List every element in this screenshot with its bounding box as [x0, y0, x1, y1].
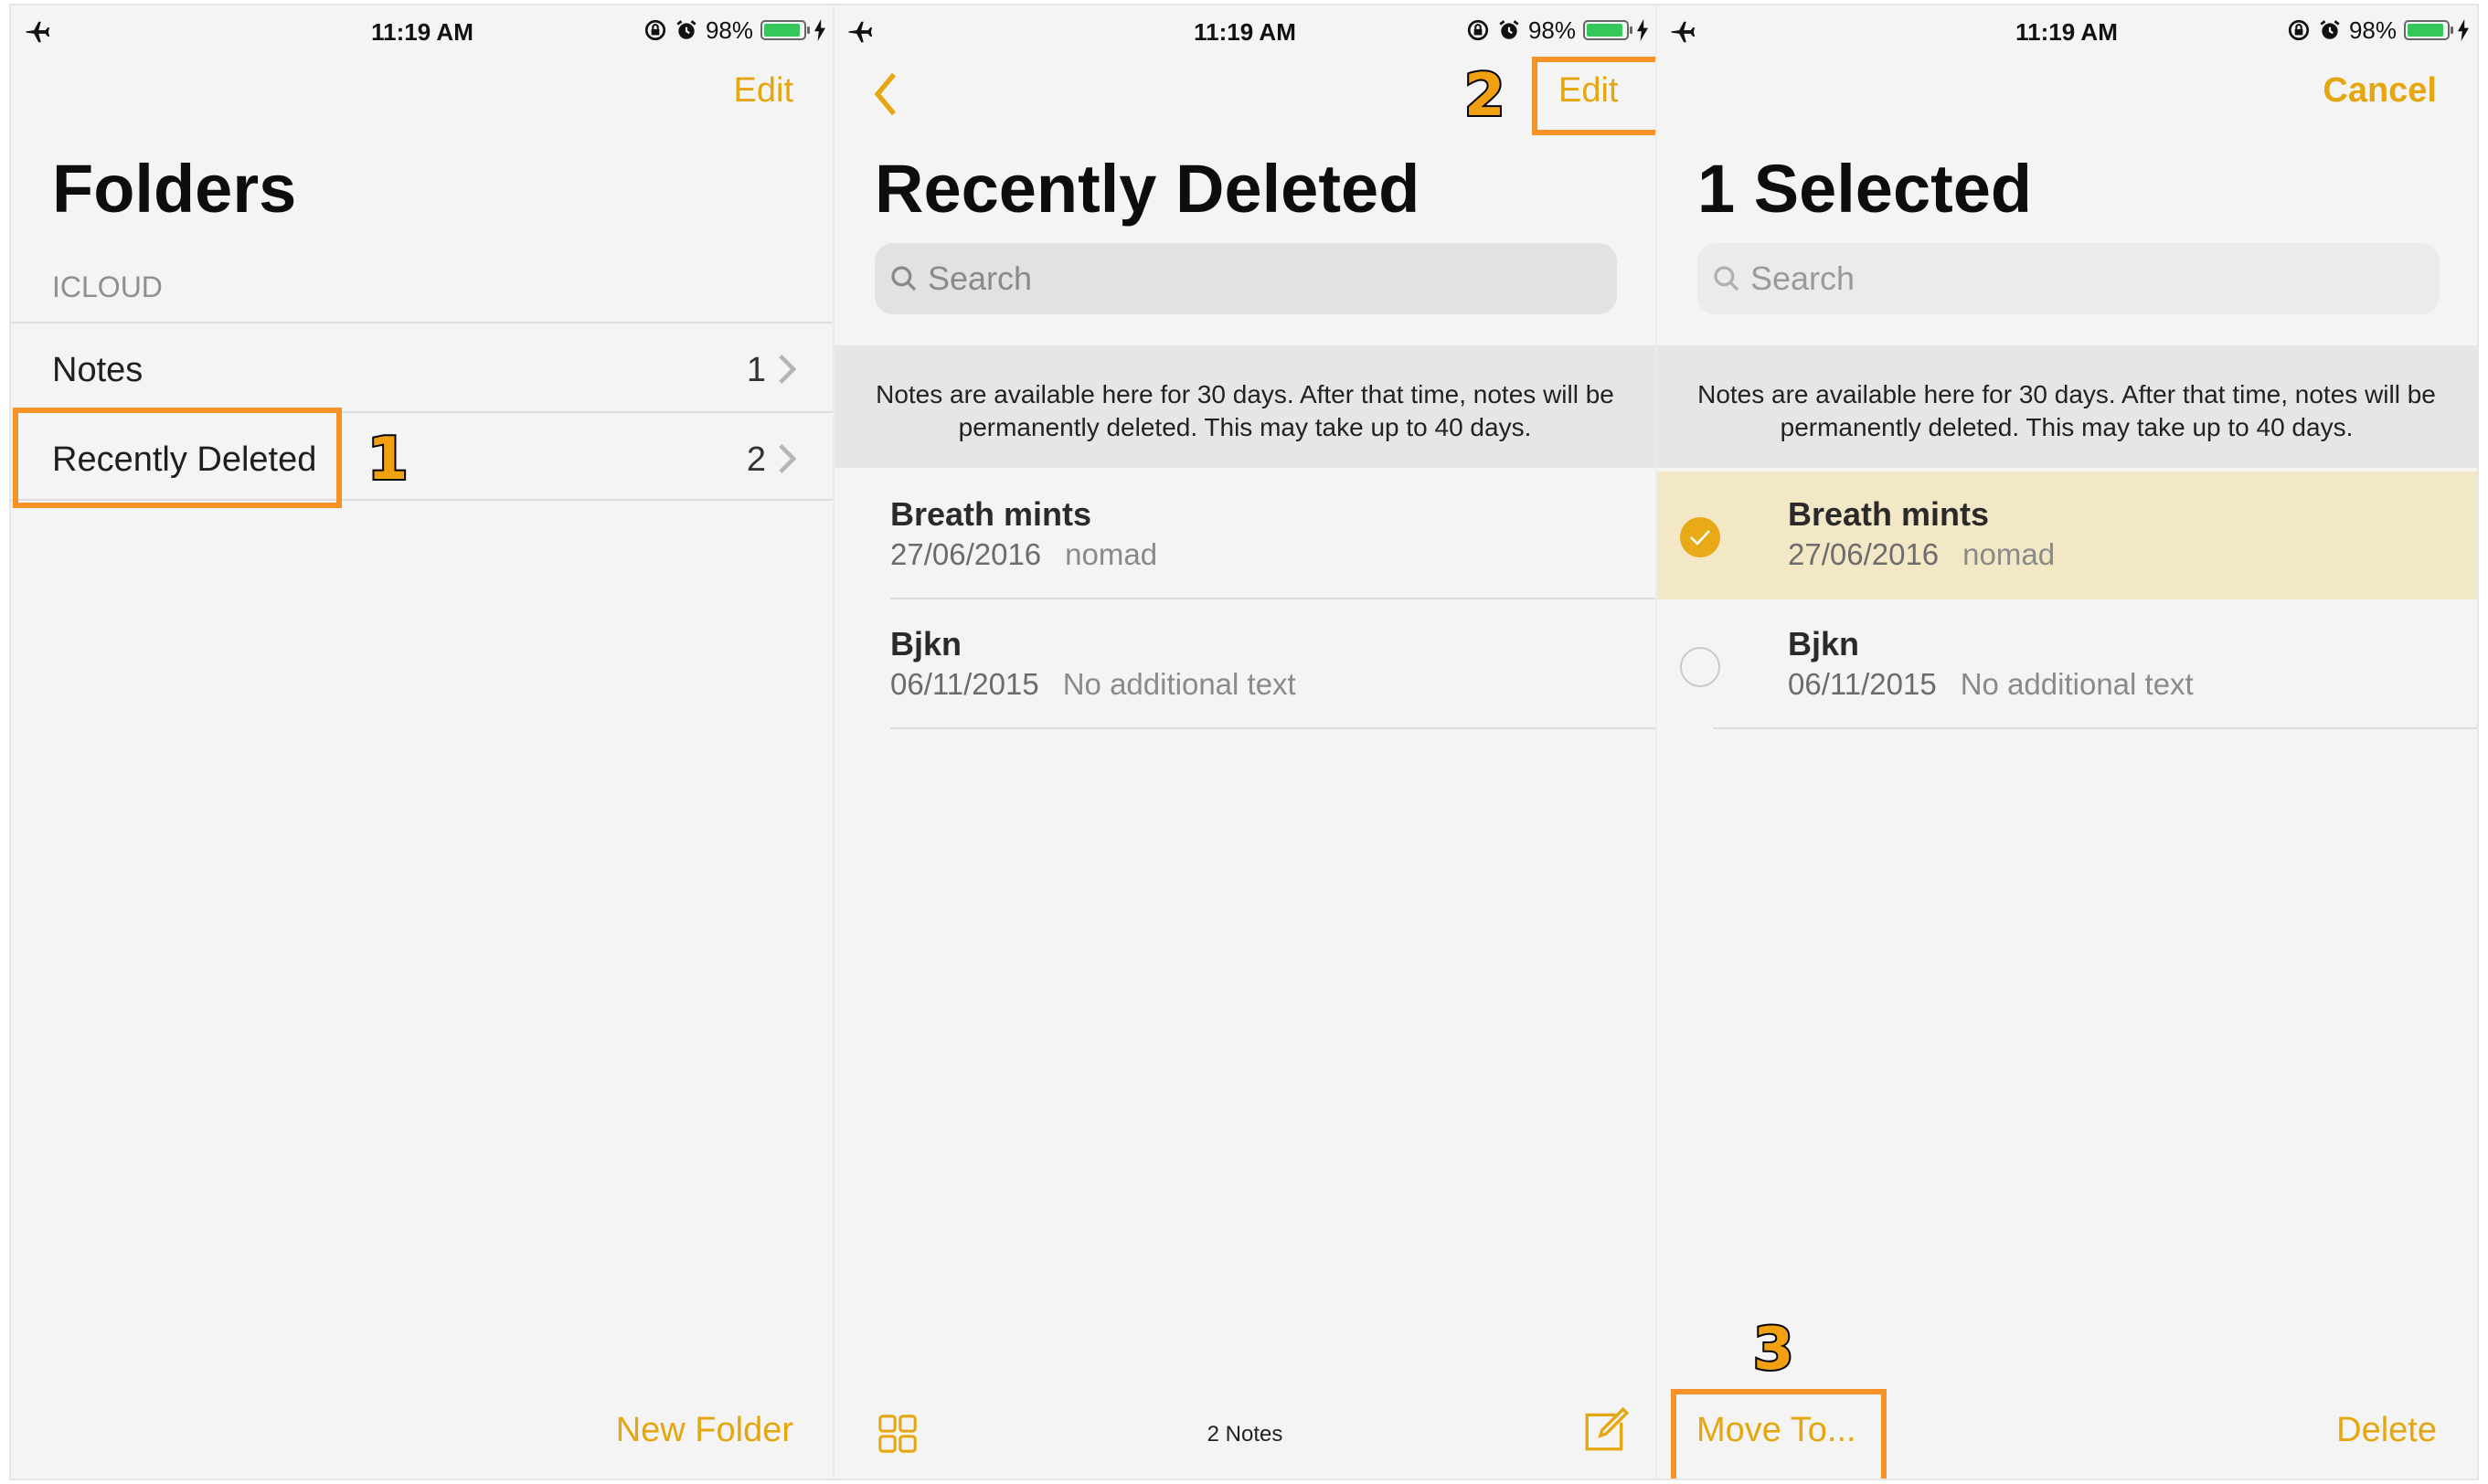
- recently-deleted-screen: 11:19 AM 98% Edit Recently Deleted Searc…: [834, 5, 1656, 1479]
- notice-line: Notes are available here for 30 days. Af…: [1697, 380, 2436, 408]
- folder-count: 1: [746, 351, 766, 389]
- status-right: 98%: [2287, 16, 2470, 44]
- status-right: 98%: [643, 16, 826, 44]
- charging-icon: [814, 19, 825, 41]
- rotation-lock-icon: [644, 19, 666, 41]
- note-date: 06/11/2015: [1788, 667, 1937, 701]
- note-preview: No additional text: [1062, 667, 1296, 701]
- folder-label: Notes: [52, 351, 144, 389]
- step-badge-2: 2: [1462, 60, 1506, 132]
- notice-line: Notes are available here for 30 days. Af…: [876, 380, 1614, 408]
- note-meta: 27/06/2016 nomad: [890, 537, 1157, 572]
- note-meta: 06/11/2015 No additional text: [1788, 667, 2194, 702]
- alarm-icon: [1499, 20, 1519, 39]
- divider: [11, 322, 834, 323]
- battery-percent: 98%: [705, 16, 753, 44]
- battery-icon: [760, 20, 810, 40]
- note-title: Bjkn: [890, 625, 962, 662]
- step-badge-1: 1: [366, 424, 409, 495]
- notice-line: permanently deleted. This may take up to…: [1780, 413, 2354, 441]
- highlight-box-step-3: [1671, 1389, 1887, 1479]
- search-placeholder: Search: [1750, 260, 1855, 297]
- alarm-icon: [2320, 20, 2340, 39]
- note-date: 06/11/2015: [890, 667, 1039, 701]
- note-title: Breath mints: [1788, 495, 1990, 533]
- note-title: Breath mints: [890, 495, 1092, 533]
- rotation-lock-icon: [2288, 19, 2310, 41]
- panel-divider: [1655, 5, 1657, 1479]
- back-chevron-icon[interactable]: [872, 71, 899, 117]
- note-meta: 06/11/2015 No additional text: [890, 667, 1296, 702]
- folders-screen: 11:19 AM 98% Edit Folders ICLOUD Notes 1…: [11, 5, 834, 1479]
- checkmark-icon: [1690, 530, 1710, 546]
- status-bar: 11:19 AM 98%: [1656, 5, 2477, 57]
- page-title: Recently Deleted: [875, 151, 1420, 227]
- note-row-breath-mints[interactable]: Breath mints 27/06/2016 nomad: [834, 472, 1656, 599]
- chevron-right-icon: [779, 355, 797, 384]
- page-title: Folders: [52, 151, 297, 227]
- battery-percent: 98%: [1527, 16, 1576, 44]
- note-row-breath-mints-selected[interactable]: Breath mints 27/06/2016 nomad: [1656, 472, 2477, 599]
- status-right: 98%: [1466, 16, 1649, 44]
- note-row-bjkn[interactable]: Bjkn 06/11/2015 No additional text: [1656, 601, 2477, 729]
- battery-icon: [2404, 20, 2453, 40]
- retention-notice: Notes are available here for 30 days. Af…: [834, 345, 1656, 468]
- selection-checkbox-unchecked[interactable]: [1680, 647, 1720, 687]
- note-preview: nomad: [1962, 537, 2056, 571]
- compose-icon[interactable]: [1581, 1405, 1631, 1455]
- screenshot-frame: 11:19 AM 98% Edit Folders ICLOUD Notes 1…: [11, 5, 2477, 1479]
- selection-screen: 11:19 AM 98% Cancel 1 Selected Search No…: [1656, 5, 2477, 1479]
- divider: [890, 727, 1656, 729]
- divider: [1713, 727, 2477, 729]
- battery-percent: 98%: [2348, 16, 2397, 44]
- rotation-lock-icon: [1467, 19, 1489, 41]
- note-date: 27/06/2016: [1788, 537, 1940, 571]
- notes-count: 2 Notes: [1207, 1422, 1283, 1447]
- notice-line: permanently deleted. This may take up to…: [958, 413, 1532, 441]
- search-placeholder: Search: [928, 260, 1033, 297]
- note-date: 27/06/2016: [890, 537, 1042, 571]
- search-icon: [891, 266, 917, 292]
- note-preview: No additional text: [1960, 667, 2194, 701]
- highlight-box-step-1: [13, 408, 342, 508]
- retention-notice: Notes are available here for 30 days. Af…: [1656, 345, 2477, 468]
- note-meta: 27/06/2016 nomad: [1788, 537, 2055, 572]
- search-field[interactable]: Search: [1697, 243, 2440, 314]
- folder-count: 2: [746, 440, 766, 479]
- battery-icon: [1583, 20, 1632, 40]
- search-field[interactable]: Search: [875, 243, 1617, 314]
- search-icon: [1714, 266, 1739, 292]
- new-folder-button[interactable]: New Folder: [616, 1411, 793, 1450]
- charging-icon: [2458, 19, 2469, 41]
- cancel-button[interactable]: Cancel: [2323, 71, 2437, 111]
- divider: [890, 598, 1656, 599]
- delete-button[interactable]: Delete: [2336, 1411, 2437, 1450]
- section-header-icloud: ICLOUD: [52, 270, 163, 303]
- edit-button[interactable]: Edit: [734, 71, 793, 111]
- folder-row-notes[interactable]: Notes 1: [11, 325, 834, 413]
- charging-icon: [1637, 19, 1648, 41]
- step-badge-3: 3: [1751, 1314, 1795, 1385]
- selection-checkbox-checked[interactable]: [1680, 517, 1720, 557]
- status-bar: 11:19 AM 98%: [11, 5, 834, 57]
- page-title: 1 Selected: [1697, 151, 2033, 227]
- status-bar: 11:19 AM 98%: [834, 5, 1656, 57]
- note-preview: nomad: [1065, 537, 1158, 571]
- note-title: Bjkn: [1788, 625, 1860, 662]
- chevron-right-icon: [779, 444, 797, 473]
- panel-divider: [833, 5, 835, 1479]
- alarm-icon: [676, 20, 696, 39]
- note-row-bjkn[interactable]: Bjkn 06/11/2015 No additional text: [834, 601, 1656, 729]
- highlight-box-step-2: [1532, 57, 1656, 135]
